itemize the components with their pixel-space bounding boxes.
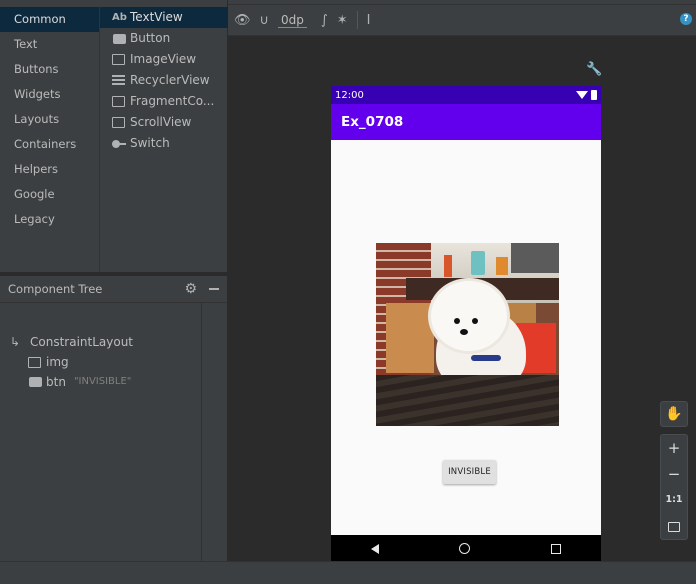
palette-item-label: ImageView <box>130 52 197 66</box>
app-bar: Ex_0708 <box>331 104 601 140</box>
button-icon <box>113 33 126 44</box>
fragment-icon <box>112 96 125 107</box>
palette-panel: Common Text Buttons Widgets Layouts Cont… <box>0 0 228 272</box>
photo-sign <box>511 243 559 273</box>
app-title: Ex_0708 <box>341 114 404 130</box>
battery-icon <box>591 90 597 100</box>
photo-bottle <box>496 257 508 275</box>
tree-node-label: btn <box>46 375 66 389</box>
palette-category-widgets[interactable]: Widgets <box>0 82 99 107</box>
palette-item-fragmentcontainer[interactable]: FragmentCo... <box>100 91 228 112</box>
palette-item-textview[interactable]: Ab TextView <box>100 7 228 28</box>
image-view-dog[interactable] <box>376 243 559 426</box>
imageview-icon <box>28 356 41 368</box>
photo-bottle <box>444 255 452 277</box>
palette-item-button[interactable]: Button <box>100 28 228 49</box>
component-tree-body: ↳ ConstraintLayout img btn "INVISIBLE" <box>0 303 227 561</box>
palette-item-switch[interactable]: Switch <box>100 133 228 154</box>
wifi-icon <box>576 91 588 99</box>
palette-category-text[interactable]: Text <box>0 32 99 57</box>
home-icon[interactable] <box>459 543 471 554</box>
button-icon <box>29 377 42 387</box>
tree-node-label: ConstraintLayout <box>30 335 134 349</box>
help-icon[interactable]: ? <box>680 13 692 25</box>
tree-divider <box>201 303 202 561</box>
eye-icon[interactable]: 👁 <box>234 13 251 28</box>
clear-constraints-icon[interactable]: ∫ <box>321 13 328 28</box>
device-preview: 12:00 Ex_0708 INVISIBLE <box>331 86 601 562</box>
tree-node-text-attr: "INVISIBLE" <box>73 376 132 387</box>
tree-node-label: img <box>46 355 69 369</box>
palette-widget-list: Ab TextView Button ImageView RecyclerVie… <box>100 7 228 154</box>
palette-item-label: Button <box>130 31 171 45</box>
tree-node-constraintlayout[interactable]: ↳ ConstraintLayout <box>10 332 133 352</box>
scrollview-icon <box>112 117 125 128</box>
status-time: 12:00 <box>335 89 364 101</box>
photo-chair <box>386 303 434 373</box>
recents-icon[interactable] <box>550 543 561 554</box>
wrench-icon[interactable]: 🔧 <box>586 62 602 77</box>
tree-node-btn[interactable]: btn "INVISIBLE" <box>28 372 131 392</box>
palette-category-helpers[interactable]: Helpers <box>0 157 99 182</box>
zoom-controls: + − 1:1 <box>660 434 688 540</box>
fit-screen-icon <box>668 521 680 532</box>
tree-node-img[interactable]: img <box>28 352 69 372</box>
zoom-in-button[interactable]: + <box>661 435 687 461</box>
palette-item-recyclerview[interactable]: RecyclerView <box>100 70 228 91</box>
invisible-button[interactable]: INVISIBLE <box>443 460 496 484</box>
gear-icon[interactable]: ⚙ <box>184 281 197 297</box>
android-studio-layout-editor: Common Text Buttons Widgets Layouts Cont… <box>0 0 696 584</box>
photo-dog-eye <box>472 318 478 324</box>
textview-icon: Ab <box>112 12 127 23</box>
palette-item-imageview[interactable]: ImageView <box>100 49 228 70</box>
palette-category-containers[interactable]: Containers <box>0 132 99 157</box>
recyclerview-icon <box>112 75 125 86</box>
constraint-layout-icon: ↳ <box>10 335 21 349</box>
magnet-icon[interactable]: ∪ <box>260 13 270 28</box>
palette-category-layouts[interactable]: Layouts <box>0 107 99 132</box>
bottom-status-bar <box>0 561 696 584</box>
default-margin-field[interactable]: 0dp <box>278 13 307 28</box>
photo-dog-nose <box>460 329 468 335</box>
magic-wand-icon[interactable]: ✶ <box>337 13 348 28</box>
imageview-icon <box>112 54 125 65</box>
back-icon[interactable] <box>371 543 380 554</box>
palette-item-label: RecyclerView <box>130 73 210 87</box>
photo-bottle <box>471 251 485 275</box>
palette-item-label: ScrollView <box>130 115 192 129</box>
photo-dog-collar <box>471 355 501 361</box>
zoom-out-button[interactable]: − <box>661 461 687 487</box>
palette-item-scrollview[interactable]: ScrollView <box>100 112 228 133</box>
photo-dog-eye <box>454 318 460 324</box>
zoom-actual-size-button[interactable]: 1:1 <box>661 487 687 513</box>
component-tree-header: Component Tree ⚙ <box>0 276 227 303</box>
design-toolbar: 👁 ∪ 0dp ∫ ✶ I ? <box>228 5 696 36</box>
photo-wood-table <box>376 375 559 426</box>
minimize-icon[interactable] <box>209 288 219 290</box>
palette-item-label: TextView <box>130 10 183 24</box>
component-tree-title: Component Tree <box>8 282 103 296</box>
palette-item-label: FragmentCo... <box>130 94 215 108</box>
palette-item-label: Switch <box>130 136 170 150</box>
layout-content: INVISIBLE <box>331 140 601 535</box>
nav-bar <box>331 535 601 562</box>
photo-dog-head <box>431 281 507 351</box>
status-bar: 12:00 <box>331 86 601 104</box>
guidelines-icon[interactable]: I <box>367 13 371 28</box>
switch-icon <box>112 139 126 148</box>
palette-category-google[interactable]: Google <box>0 182 99 207</box>
component-tree-panel: Component Tree ⚙ ↳ ConstraintLayout img … <box>0 276 228 561</box>
palette-categories: Common Text Buttons Widgets Layouts Cont… <box>0 7 100 272</box>
palette-category-buttons[interactable]: Buttons <box>0 57 99 82</box>
palette-category-common[interactable]: Common <box>0 7 99 32</box>
zoom-fit-button[interactable] <box>661 513 687 539</box>
palette-category-legacy[interactable]: Legacy <box>0 207 99 232</box>
toolbar-separator <box>356 11 358 29</box>
pan-hand-icon[interactable]: ✋ <box>660 401 688 427</box>
